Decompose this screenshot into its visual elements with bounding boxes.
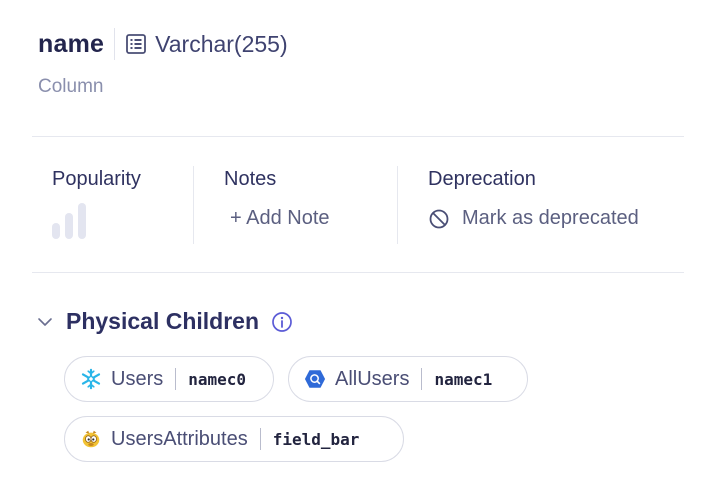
list-type-icon: [125, 33, 147, 55]
child-source-name: Users: [111, 367, 164, 390]
data-type: Varchar(255): [125, 31, 288, 58]
divider: [32, 136, 684, 137]
child-field-name: namec1: [434, 369, 493, 389]
chip-separator: [421, 368, 423, 390]
chevron-down-icon[interactable]: [36, 313, 54, 331]
child-field-name: field_bar: [272, 429, 360, 449]
notes-block: Notes + Add Note: [224, 168, 330, 230]
snowflake-icon: [79, 367, 103, 391]
deprecated-icon: [429, 209, 449, 228]
physical-children-section: Physical Children: [36, 308, 293, 335]
chip-separator: [175, 368, 177, 390]
add-note-button[interactable]: + Add Note: [230, 207, 330, 230]
child-source-name: UsersAttributes: [111, 427, 248, 450]
popularity-bars: [52, 201, 141, 239]
popularity-title: Popularity: [52, 168, 141, 190]
mark-deprecated-button[interactable]: Mark as deprecated: [428, 207, 639, 230]
section-title[interactable]: Physical Children: [66, 308, 259, 335]
header-divider: [114, 28, 116, 60]
deprecation-block: Deprecation Mark as deprecated: [428, 168, 639, 230]
popularity-bar: [78, 203, 86, 239]
chip-separator: [259, 428, 261, 450]
child-chip[interactable]: AllUsers namec1: [288, 356, 528, 402]
column-header: name Varchar(255): [38, 28, 288, 60]
child-field-name: namec0: [188, 369, 247, 389]
bigquery-icon: [303, 367, 327, 391]
notes-title: Notes: [224, 168, 277, 190]
stat-divider: [193, 166, 194, 244]
mark-deprecated-label: Mark as deprecated: [462, 207, 639, 229]
child-chip[interactable]: UsersAttributes field_bar: [64, 416, 404, 462]
child-chip[interactable]: Users namec0: [64, 356, 274, 402]
column-name: name: [38, 29, 105, 58]
stat-divider: [397, 166, 398, 244]
hadoop-hive-icon: [79, 427, 103, 451]
data-type-label: Varchar(255): [155, 30, 288, 57]
popularity-bar: [65, 213, 73, 239]
child-source-name: AllUsers: [335, 367, 410, 390]
entity-type-label: Column: [38, 76, 104, 97]
deprecation-title: Deprecation: [428, 168, 536, 190]
popularity-block: Popularity: [52, 168, 141, 239]
info-icon[interactable]: [271, 311, 293, 333]
popularity-bar: [52, 223, 60, 239]
divider: [32, 272, 684, 273]
